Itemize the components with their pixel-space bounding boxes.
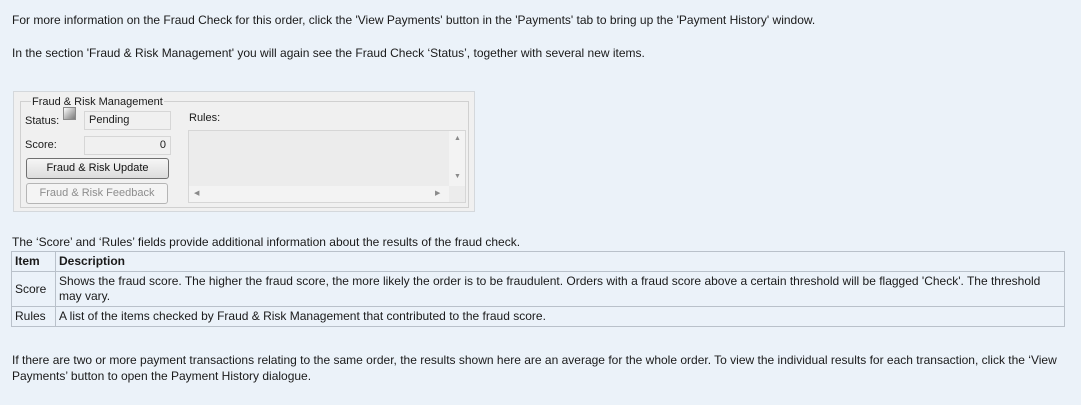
rules-list[interactable]: ▲ ▼ ◀ ▶ (188, 130, 466, 203)
table-header-row: Item Description (11, 251, 1065, 272)
scroll-left-arrow-icon[interactable]: ◀ (194, 190, 199, 198)
scroll-down-arrow-icon[interactable]: ▼ (454, 173, 461, 181)
header-item: Item (11, 251, 56, 272)
fraud-risk-panel: Fraud & Risk Management Status: Pending … (13, 91, 475, 212)
header-description: Description (55, 251, 1065, 272)
intro-paragraph-1: For more information on the Fraud Check … (12, 13, 816, 27)
row-item: Rules (11, 306, 56, 327)
rules-label: Rules: (189, 112, 221, 124)
group-title: Fraud & Risk Management (31, 96, 164, 108)
status-gray-icon (63, 107, 76, 120)
row-item: Score (11, 271, 56, 307)
scroll-right-arrow-icon[interactable]: ▶ (435, 190, 440, 198)
fraud-risk-feedback-button[interactable]: Fraud & Risk Feedback (26, 183, 168, 204)
status-field[interactable]: Pending (84, 111, 171, 130)
table-row: Score Shows the fraud score. The higher … (11, 271, 1065, 307)
score-label: Score: (25, 139, 57, 151)
fields-intro: The ‘Score’ and ‘Rules’ fields provide a… (12, 235, 521, 249)
scroll-up-arrow-icon[interactable]: ▲ (454, 135, 461, 143)
row-description: Shows the fraud score. The higher the fr… (55, 271, 1065, 307)
row-description: A list of the items checked by Fraud & R… (55, 306, 1065, 327)
footer-paragraph: If there are two or more payment transac… (12, 353, 1057, 383)
horizontal-scrollbar[interactable]: ◀ ▶ (189, 186, 449, 202)
table-row: Rules A list of the items checked by Fra… (11, 306, 1065, 327)
vertical-scrollbar[interactable]: ▲ ▼ (449, 131, 465, 186)
status-label: Status: (25, 115, 60, 127)
score-field[interactable]: 0 (84, 136, 171, 155)
intro-paragraph-2: In the section 'Fraud & Risk Management'… (12, 46, 645, 60)
fraud-risk-update-button[interactable]: Fraud & Risk Update (26, 158, 169, 179)
description-table: Item Description Score Shows the fraud s… (11, 251, 1065, 327)
